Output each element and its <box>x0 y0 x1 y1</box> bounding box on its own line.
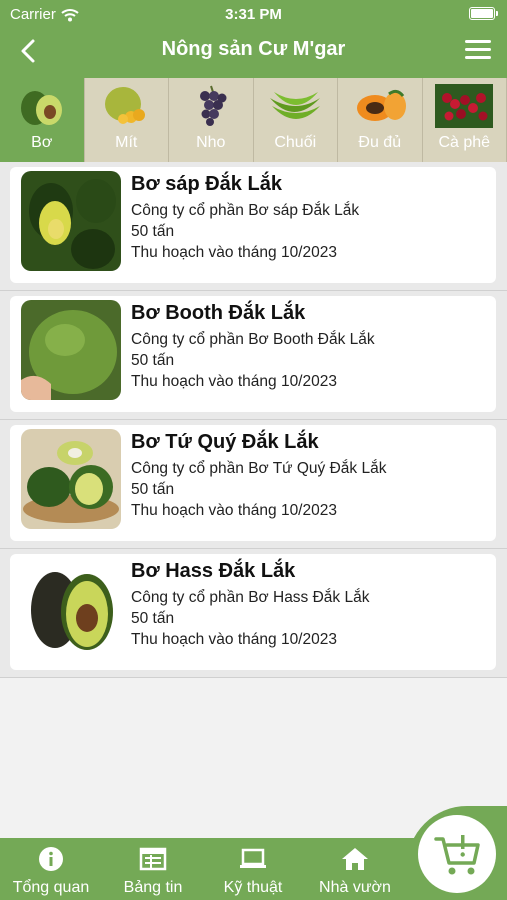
list-item[interactable]: Bơ Tứ Quý Đắk Lắk Công ty cổ phần Bơ Tứ … <box>0 420 507 549</box>
product-harvest: Thu hoạch vào tháng 10/2023 <box>131 373 337 390</box>
category-label: Bơ <box>31 134 53 151</box>
tab-label: Tổng quan <box>12 879 90 896</box>
product-company: Công ty cổ phần Bơ Hass Đắk Lắk <box>131 589 370 606</box>
category-tabs: Bơ Mít Nho Chuối Đu đủ Cà phê <box>0 78 507 162</box>
battery-icon <box>469 7 495 20</box>
tab-newsfeed[interactable]: Bảng tin <box>102 838 204 900</box>
status-time: 3:31 PM <box>225 6 282 23</box>
jackfruit-icon <box>105 87 146 124</box>
product-harvest: Thu hoạch vào tháng 10/2023 <box>131 244 337 261</box>
category-tab-papaya[interactable]: Đu đủ <box>338 78 423 162</box>
cart-button[interactable] <box>418 815 496 893</box>
product-image <box>21 429 121 529</box>
laptop-icon <box>240 848 266 868</box>
product-harvest: Thu hoạch vào tháng 10/2023 <box>131 502 337 519</box>
tab-label: Bảng tin <box>123 879 183 896</box>
product-card[interactable]: Bơ sáp Đắk Lắk Công ty cổ phần Bơ sáp Đắ… <box>10 167 496 283</box>
product-image <box>21 171 121 271</box>
product-info: Bơ Hass Đắk Lắk Công ty cổ phần Bơ Hass … <box>131 560 488 650</box>
category-label: Mít <box>115 134 138 151</box>
category-label: Chuối <box>274 134 317 151</box>
product-card[interactable]: Bơ Booth Đắk Lắk Công ty cổ phần Bơ Boot… <box>10 296 496 412</box>
product-company: Công ty cổ phần Bơ Tứ Quý Đắk Lắk <box>131 460 387 477</box>
category-tab-banana[interactable]: Chuối <box>253 78 338 162</box>
product-name: Bơ Tứ Quý Đắk Lắk <box>131 431 319 453</box>
product-name: Bơ Hass Đắk Lắk <box>131 560 296 582</box>
papaya-icon <box>356 89 406 121</box>
product-quantity: 50 tấn <box>131 481 175 498</box>
product-card[interactable]: Bơ Tứ Quý Đắk Lắk Công ty cổ phần Bơ Tứ … <box>10 425 496 541</box>
menu-icon-bar <box>465 56 491 59</box>
product-company: Công ty cổ phần Bơ sáp Đắk Lắk <box>131 202 360 219</box>
product-info: Bơ Booth Đắk Lắk Công ty cổ phần Bơ Boot… <box>131 302 488 392</box>
banana-icon <box>270 92 321 119</box>
category-label: Nho <box>196 134 226 151</box>
list-item[interactable]: Bơ Booth Đắk Lắk Công ty cổ phần Bơ Boot… <box>0 291 507 420</box>
product-name: Bơ Booth Đắk Lắk <box>131 302 306 324</box>
coffee-cherry-icon <box>435 84 494 128</box>
product-list: Bơ sáp Đắk Lắk Công ty cổ phần Bơ sáp Đắ… <box>0 162 507 678</box>
menu-button[interactable] <box>465 40 491 62</box>
list-item[interactable]: Bơ Hass Đắk Lắk Công ty cổ phần Bơ Hass … <box>0 549 507 678</box>
product-company: Công ty cổ phần Bơ Booth Đắk Lắk <box>131 331 375 348</box>
product-info: Bơ Tứ Quý Đắk Lắk Công ty cổ phần Bơ Tứ … <box>131 431 488 521</box>
menu-icon-bar <box>465 40 491 43</box>
tab-label: Nhà vườn <box>319 879 391 896</box>
product-card[interactable]: Bơ Hass Đắk Lắk Công ty cổ phần Bơ Hass … <box>10 554 496 670</box>
cart-icon <box>434 835 480 875</box>
product-quantity: 50 tấn <box>131 610 175 627</box>
info-icon <box>39 847 63 871</box>
category-tab-grape[interactable]: Nho <box>169 78 254 162</box>
tab-garden[interactable]: Nhà vườn <box>302 838 408 900</box>
product-quantity: 50 tấn <box>131 352 175 369</box>
product-harvest: Thu hoạch vào tháng 10/2023 <box>131 631 337 648</box>
category-tab-coffee[interactable]: Cà phê <box>422 78 507 162</box>
product-image <box>21 300 121 400</box>
grape-icon <box>199 85 227 126</box>
page-title: Nông sản Cư M'gar <box>161 38 346 60</box>
tab-overview[interactable]: Tổng quan <box>0 838 102 900</box>
category-label: Cà phê <box>438 134 491 151</box>
menu-icon-bar <box>465 48 491 51</box>
tab-technique[interactable]: Kỹ thuật <box>204 838 302 900</box>
avocado-icon <box>20 91 62 125</box>
product-name: Bơ sáp Đắk Lắk <box>131 173 282 195</box>
tab-label: Kỹ thuật <box>223 879 283 896</box>
category-tab-jackfruit[interactable]: Mít <box>84 78 169 162</box>
product-image <box>21 558 121 658</box>
status-bar: Carrier 3:31 PM <box>0 0 507 28</box>
category-tab-avocado[interactable]: Bơ <box>0 78 85 162</box>
header-bar: Carrier 3:31 PM Nông sản Cư M'gar <box>0 0 507 78</box>
product-info: Bơ sáp Đắk Lắk Công ty cổ phần Bơ sáp Đắ… <box>131 173 488 263</box>
product-quantity: 50 tấn <box>131 223 175 240</box>
list-item[interactable]: Bơ sáp Đắk Lắk Công ty cổ phần Bơ sáp Đắ… <box>0 162 507 291</box>
category-label: Đu đủ <box>358 134 402 151</box>
home-icon <box>342 848 368 870</box>
battery-tip <box>496 11 498 16</box>
newsfeed-icon <box>139 847 167 871</box>
